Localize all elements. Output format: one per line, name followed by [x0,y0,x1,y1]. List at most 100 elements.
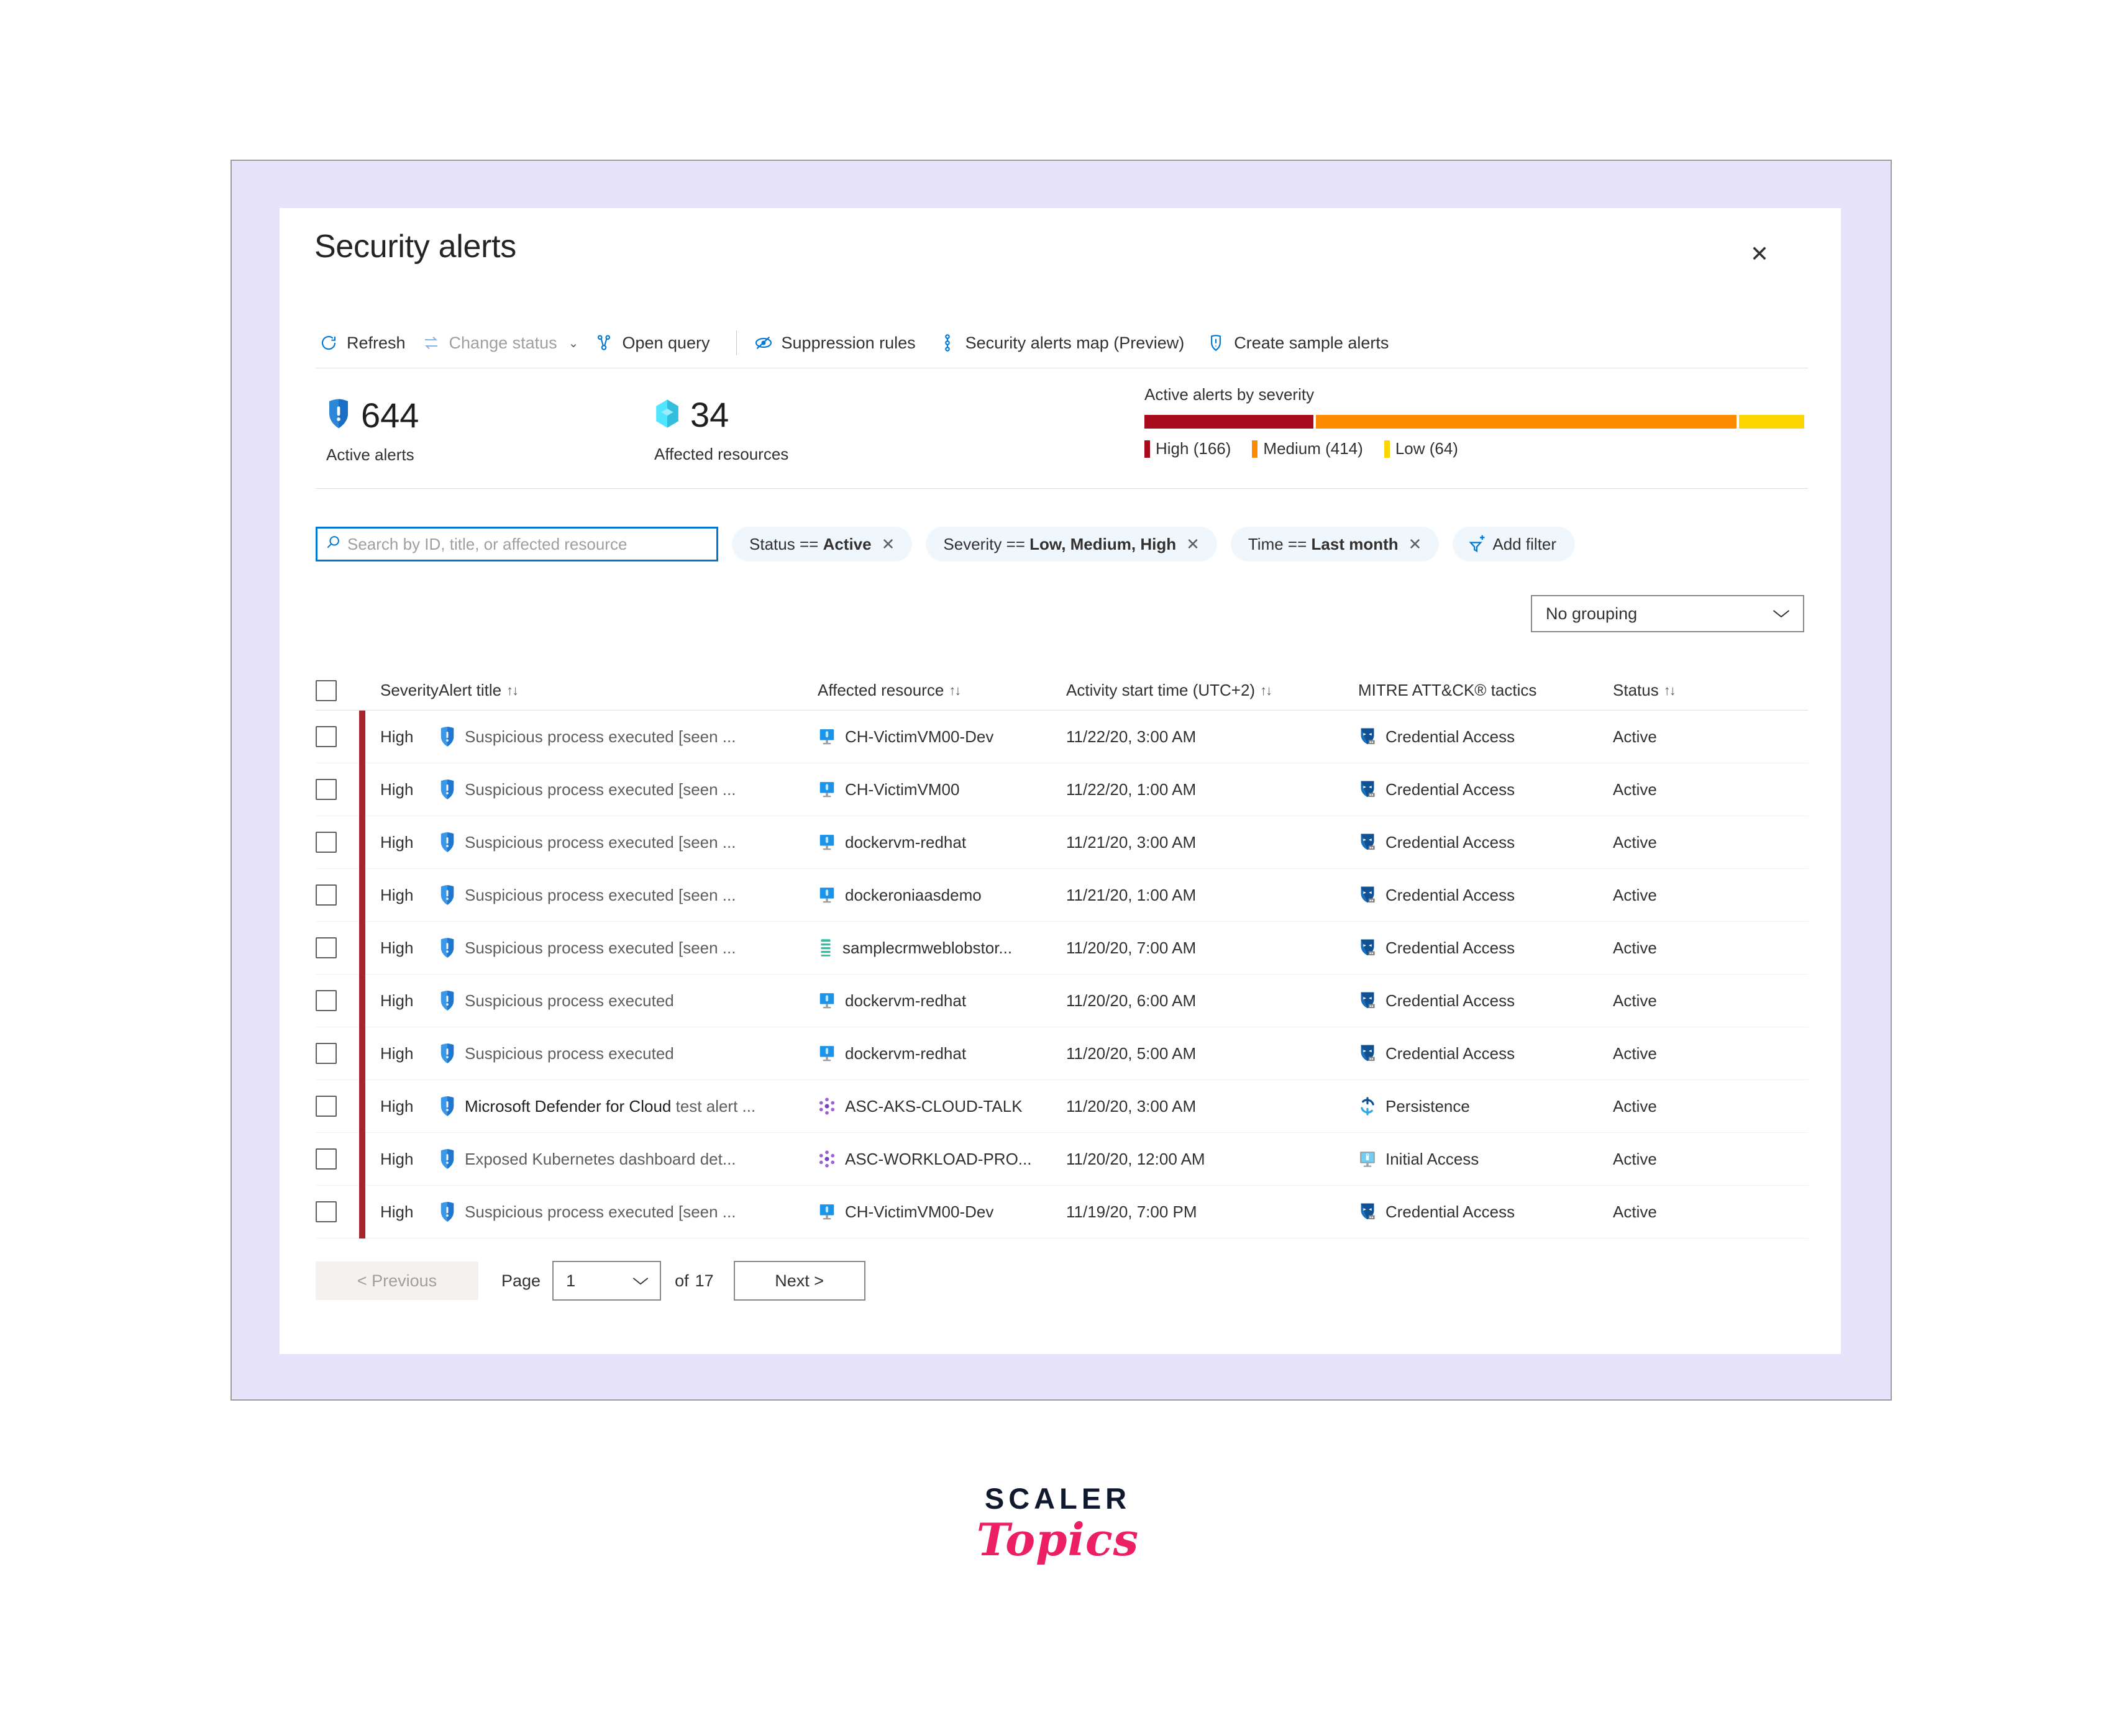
select-all-checkbox[interactable] [316,680,337,701]
row-checkbox[interactable] [316,726,337,747]
chevron-down-icon [632,1271,649,1291]
row-select-cell [316,1148,359,1170]
open-query-icon [593,332,614,353]
cell-alert-title[interactable]: Microsoft Defender for Cloud test alert … [439,1096,818,1117]
cell-affected-resource[interactable]: CH-VictimVM00 [818,780,1066,799]
alert-shield-icon [439,779,456,800]
virtual-machine-icon [818,991,836,1010]
column-header-affected-resource[interactable]: Affected resource ↑↓ [818,681,1066,700]
row-checkbox[interactable] [316,779,337,800]
cell-affected-resource[interactable]: dockeroniaasdemo [818,886,1066,905]
table-row[interactable]: High Suspicious process executed [seen .… [316,922,1808,975]
add-filter-label: Add filter [1492,535,1556,554]
add-filter-button[interactable]: Add filter [1453,527,1575,561]
column-header-alert-title[interactable]: Alert title ↑↓ [439,681,818,700]
row-checkbox[interactable] [316,1043,337,1064]
row-checkbox[interactable] [316,990,337,1011]
table-row[interactable]: High Suspicious process executed dockerv… [316,975,1808,1027]
row-checkbox[interactable] [316,884,337,906]
cell-affected-resource[interactable]: dockervm-redhat [818,833,1066,852]
row-checkbox[interactable] [316,1201,337,1222]
cell-affected-resource[interactable]: CH-VictimVM00-Dev [818,727,1066,747]
cell-affected-resource[interactable]: dockervm-redhat [818,1044,1066,1063]
cell-alert-title[interactable]: Suspicious process executed [seen ... [439,1201,818,1222]
open-query-button[interactable]: Open query [591,329,722,357]
row-checkbox[interactable] [316,832,337,853]
cell-alert-title[interactable]: Suspicious process executed [seen ... [439,779,818,800]
cell-alert-title[interactable]: Suspicious process executed [seen ... [439,884,818,906]
close-button[interactable]: ✕ [1743,237,1776,271]
cell-alert-title[interactable]: Exposed Kubernetes dashboard det... [439,1148,818,1170]
previous-page-button[interactable]: < Previous [316,1261,478,1300]
close-icon[interactable]: ✕ [1186,535,1200,554]
active-alerts-label: Active alerts [326,445,419,465]
chevron-down-icon: ⌄ [568,335,579,351]
create-sample-alerts-button[interactable]: Create sample alerts [1203,329,1401,357]
logo-scaler-text: SCALER [969,1481,1146,1516]
table-row[interactable]: High Suspicious process executed [seen .… [316,816,1808,869]
alert-title-text: Suspicious process executed [seen ... [465,1202,736,1222]
table-row[interactable]: High Suspicious process executed dockerv… [316,1027,1808,1080]
column-header-severity[interactable]: Severity ↑↓ [367,681,439,700]
close-icon[interactable]: ✕ [1408,535,1422,554]
affected-resources-value: 34 [690,398,729,432]
table-row[interactable]: High Microsoft Defender for Cloud test a… [316,1080,1808,1133]
severity-segment-high [1144,415,1313,429]
severity-indicator [359,975,367,1027]
severity-indicator [359,1080,367,1133]
table-row[interactable]: High Suspicious process executed [seen .… [316,763,1808,816]
cell-activity-start-time: 11/20/20, 5:00 AM [1066,1044,1358,1063]
column-header-status[interactable]: Status ↑↓ [1613,681,1737,700]
cell-affected-resource[interactable]: dockervm-redhat [818,991,1066,1011]
cell-alert-title[interactable]: Suspicious process executed [439,990,818,1011]
cell-severity: High [367,991,439,1011]
legend-item-high: High (166) [1144,439,1231,458]
legend-label-low: Low (64) [1395,439,1458,458]
change-status-button[interactable]: Change status ⌄ [418,329,591,357]
severity-segment-medium [1316,415,1737,429]
table-row[interactable]: High Suspicious process executed [seen .… [316,1186,1808,1238]
cell-alert-title[interactable]: Suspicious process executed [seen ... [439,726,818,747]
cell-affected-resource[interactable]: ASC-AKS-CLOUD-TALK [818,1097,1066,1116]
table-row[interactable]: High Suspicious process executed [seen .… [316,711,1808,763]
filter-pill-status[interactable]: Status == Active ✕ [732,527,912,561]
row-checkbox[interactable] [316,1148,337,1170]
cell-severity: High [367,1044,439,1063]
table-row[interactable]: High Suspicious process executed [seen .… [316,869,1808,922]
alerts-table: Severity ↑↓ Alert title ↑↓ Affected reso… [316,671,1808,1238]
security-alerts-map-button[interactable]: Security alerts map (Preview) [934,329,1197,357]
filter-pill-severity[interactable]: Severity == Low, Medium, High ✕ [926,527,1216,561]
search-input[interactable] [347,535,709,554]
page-number-select[interactable]: 1 [552,1261,661,1301]
cell-severity: High [367,1202,439,1222]
virtual-machine-icon [818,727,836,746]
row-select-cell [316,1201,359,1222]
cell-affected-resource[interactable]: samplecrmweblobstor... [818,938,1066,958]
grouping-select[interactable]: No grouping [1531,595,1804,632]
cell-affected-resource[interactable]: CH-VictimVM00-Dev [818,1202,1066,1222]
page-of-label: of [675,1271,689,1291]
refresh-button[interactable]: Refresh [316,329,418,357]
row-select-cell [316,990,359,1011]
filter-pill-time[interactable]: Time == Last month ✕ [1231,527,1440,561]
next-page-button[interactable]: Next > [734,1261,865,1301]
row-select-cell [316,726,359,747]
close-icon[interactable]: ✕ [882,535,895,554]
suppression-rules-button[interactable]: Suppression rules [751,329,928,357]
column-header-activity-start-time[interactable]: Activity start time (UTC+2) ↑↓ [1066,681,1358,700]
initial-access-icon [1358,1150,1377,1168]
cell-activity-start-time: 11/20/20, 6:00 AM [1066,991,1358,1011]
cell-activity-start-time: 11/21/20, 3:00 AM [1066,833,1358,852]
search-box[interactable] [316,527,718,561]
affected-resource-text: dockervm-redhat [845,991,966,1011]
cell-alert-title[interactable]: Suspicious process executed [seen ... [439,937,818,958]
severity-indicator [359,816,367,869]
cell-alert-title[interactable]: Suspicious process executed [439,1043,818,1064]
cell-affected-resource[interactable]: ASC-WORKLOAD-PRO... [818,1150,1066,1169]
cell-alert-title[interactable]: Suspicious process executed [seen ... [439,832,818,853]
severity-indicator [359,711,367,763]
table-row[interactable]: High Exposed Kubernetes dashboard det...… [316,1133,1808,1186]
row-checkbox[interactable] [316,1096,337,1117]
mitre-tactic-text: Credential Access [1385,780,1515,799]
row-checkbox[interactable] [316,937,337,958]
